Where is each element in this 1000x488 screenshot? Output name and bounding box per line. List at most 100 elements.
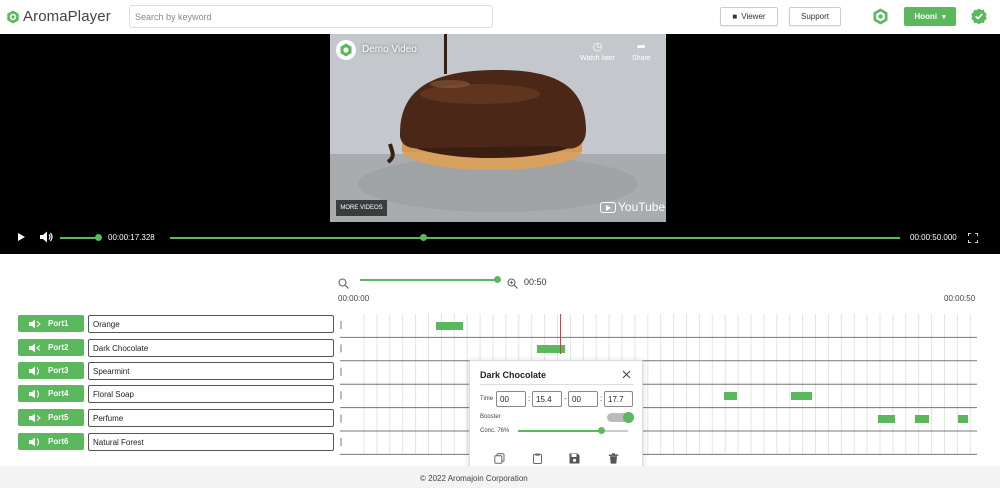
channel-avatar[interactable] (336, 40, 356, 60)
fullscreen-icon[interactable] (968, 233, 978, 243)
speaker-icon (29, 366, 39, 375)
port-label: Port1 (48, 319, 69, 328)
start-second-input[interactable]: 15.4 (532, 391, 562, 407)
end-minute-input[interactable]: 00 (568, 391, 598, 407)
scent-block[interactable] (878, 415, 895, 423)
port-scent-field[interactable]: Floral Soap (88, 385, 334, 403)
youtube-play-icon (600, 201, 616, 213)
port-scent-field[interactable]: Dark Chocolate (88, 339, 334, 357)
port-scent-field[interactable]: Perfume (88, 409, 334, 427)
watch-later-label: Watch later (580, 55, 616, 62)
speaker-icon (29, 413, 41, 422)
watch-later-button[interactable]: ◷ Watch later (580, 40, 615, 62)
timeline-gridlines (340, 314, 977, 455)
more-videos-button[interactable]: MORE VIDEOS (336, 200, 387, 216)
booster-toggle-knob (623, 412, 634, 423)
port-label: Port4 (48, 389, 69, 398)
concentration-handle[interactable] (598, 427, 605, 434)
booster-label: Booster (480, 414, 501, 420)
port-label: Port3 (48, 366, 69, 375)
speaker-icon (29, 343, 41, 352)
playhead[interactable] (560, 314, 561, 354)
device-status-icon[interactable] (872, 8, 889, 25)
port-button[interactable]: Port6 (18, 433, 84, 450)
zoom-slider[interactable] (360, 279, 498, 281)
zoom-out-icon[interactable] (338, 278, 349, 289)
time-colon: : (600, 394, 603, 403)
viewer-button[interactable]: ■ Viewer (720, 7, 778, 26)
port-button[interactable]: Port4 (18, 385, 84, 402)
scent-block[interactable] (915, 415, 929, 423)
copyright-text: © 2022 Aromajoin Corporation (420, 474, 528, 483)
scent-block[interactable] (958, 415, 968, 423)
footer: © 2022 Aromajoin Corporation (0, 466, 1000, 488)
paste-icon[interactable] (532, 453, 543, 464)
connected-check-icon (971, 8, 987, 24)
support-button[interactable]: Support (789, 7, 841, 26)
port-row: Port1 Orange (18, 315, 334, 333)
speaker-icon (29, 319, 41, 328)
youtube-label: YouTube (618, 200, 666, 214)
share-button[interactable]: ➦ Share (632, 40, 651, 62)
zoom-handle[interactable] (494, 276, 501, 283)
port-button[interactable]: Port2 (18, 339, 84, 356)
speaker-icon (29, 389, 39, 398)
port-row: Port6 Natural Forest (18, 433, 334, 451)
viewer-label: Viewer (741, 12, 766, 21)
time-dash: - (564, 394, 567, 403)
concentration-slider-rest[interactable] (601, 430, 628, 432)
youtube-link[interactable]: YouTube (600, 200, 665, 214)
port-label: Port5 (48, 413, 69, 422)
zoom-value: 00:50 (524, 277, 547, 287)
search-input[interactable] (129, 5, 493, 28)
port-scent-field[interactable]: Spearmint (88, 362, 334, 380)
seek-handle[interactable] (420, 234, 427, 241)
scent-block[interactable] (436, 322, 463, 330)
time-label: Time (480, 396, 494, 402)
play-icon[interactable] (18, 233, 25, 241)
time-colon: : (528, 394, 531, 403)
aroma-channel-icon (340, 43, 352, 57)
video-player: Demo Video ◷ Watch later ➦ Share MORE VI… (0, 34, 1000, 254)
header: AromaPlayer ■ Viewer Support Hooni ▾ (0, 0, 1000, 34)
port-button[interactable]: Port1 (18, 315, 84, 332)
current-time: 00:00:17.328 (108, 233, 155, 242)
port-scent-field[interactable]: Orange (88, 315, 334, 333)
video-thumbnail (330, 34, 666, 222)
user-name: Hooni (914, 12, 938, 21)
speaker-icon (29, 437, 39, 446)
scent-block[interactable] (724, 392, 737, 400)
video-title[interactable]: Demo Video (362, 44, 417, 55)
start-minute-input[interactable]: 00 (496, 391, 526, 407)
port-row: Port2 Dark Chocolate (18, 339, 334, 357)
port-button[interactable]: Port5 (18, 409, 84, 426)
share-arrow-icon: ➦ (636, 41, 646, 53)
popup-title: Dark Chocolate (480, 370, 547, 380)
zoom-in-icon[interactable] (507, 278, 518, 289)
seek-bar[interactable] (170, 237, 900, 239)
user-menu-button[interactable]: Hooni ▾ (904, 7, 956, 26)
concentration-label: Conc. 76% (480, 428, 510, 434)
copy-icon[interactable] (494, 453, 505, 464)
concentration-slider[interactable] (518, 430, 601, 432)
duration: 00:00:50.000 (910, 233, 957, 242)
end-second-input[interactable]: 17.7 (604, 391, 633, 407)
timeline-grid[interactable] (340, 314, 977, 464)
scent-block[interactable] (791, 392, 812, 400)
trash-icon[interactable] (608, 453, 619, 464)
close-icon[interactable] (622, 370, 631, 379)
port-row: Port5 Perfume (18, 409, 334, 427)
popup-divider (480, 384, 634, 385)
clock-icon: ◷ (592, 41, 603, 53)
volume-slider[interactable] (60, 237, 98, 239)
video-camera-icon: ■ (732, 12, 738, 21)
port-button[interactable]: Port3 (18, 362, 84, 379)
video-frame[interactable]: Demo Video ◷ Watch later ➦ Share MORE VI… (330, 34, 666, 222)
booster-toggle[interactable] (607, 412, 634, 423)
app-logo[interactable]: AromaPlayer (6, 8, 111, 25)
port-scent-field[interactable]: Natural Forest (88, 433, 334, 451)
port-label: Port6 (48, 437, 69, 446)
save-icon[interactable] (569, 453, 580, 464)
volume-handle[interactable] (95, 234, 102, 241)
volume-icon[interactable] (40, 231, 54, 243)
